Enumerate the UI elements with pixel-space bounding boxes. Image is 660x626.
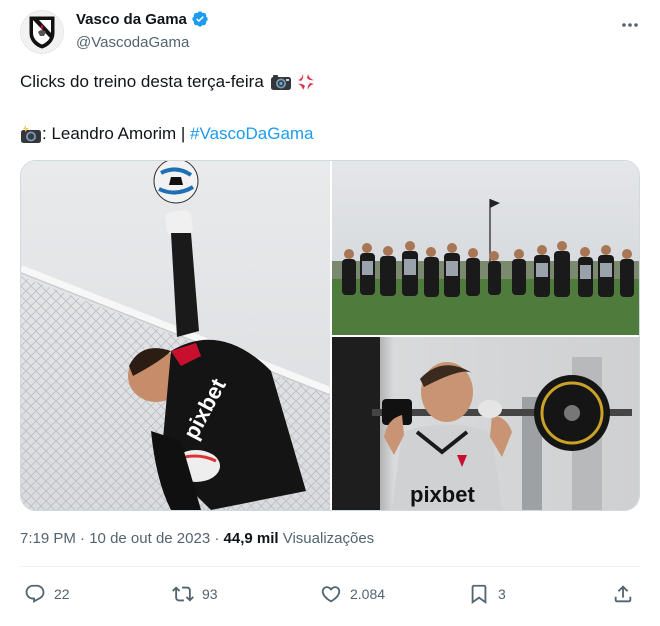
- bookmark-count: 3: [498, 586, 506, 602]
- tweet-meta: 7:19 PM · 10 de out de 2023 · 44,9 mil V…: [20, 530, 374, 547]
- goalkeeper-photo[interactable]: pixbet: [21, 161, 330, 510]
- tweet-header: Vasco da Gama @VascodaGama: [20, 9, 640, 55]
- reply-icon: [25, 584, 45, 603]
- tweet-date[interactable]: 10 de out de 2023: [89, 530, 210, 547]
- tweet-line-1-text: Clicks do treino desta terça-feira: [20, 72, 264, 91]
- author-handle[interactable]: @VascodaGama: [76, 34, 189, 51]
- heart-icon: [321, 586, 341, 603]
- svg-text:pixbet: pixbet: [410, 482, 475, 507]
- like-count: 2.084: [350, 586, 386, 602]
- reply-count: 22: [54, 586, 70, 602]
- retweet-icon: [172, 586, 194, 602]
- like-button[interactable]: 2.084: [320, 580, 385, 608]
- hashtag-link[interactable]: #VascoDaGama: [190, 122, 313, 146]
- media-grid: pixbet pixbet: [20, 160, 640, 511]
- author-display-name[interactable]: Vasco da Gama: [76, 11, 187, 28]
- gym-squat-photo[interactable]: pixbet: [332, 337, 639, 510]
- action-bar: 22 93 2.084 3: [20, 580, 640, 608]
- meta-separator: ·: [75, 530, 90, 547]
- more-options-icon[interactable]: [620, 15, 640, 35]
- avatar[interactable]: [20, 10, 64, 54]
- meta-separator: ·: [210, 530, 224, 547]
- camera-flash-icon: [21, 125, 41, 143]
- divider: [20, 566, 640, 567]
- views-count: 44,9 mil: [223, 530, 279, 547]
- team-huddle-photo[interactable]: [332, 161, 639, 335]
- bookmark-icon: [471, 584, 487, 605]
- anger-icon: [297, 74, 314, 90]
- verified-badge-icon: [192, 11, 208, 27]
- tweet-text: Clicks do treino desta terça-feira : Lea…: [20, 70, 640, 146]
- tweet-time[interactable]: 7:19 PM: [20, 530, 76, 547]
- vasco-crest-icon: [29, 16, 55, 49]
- bookmark-button[interactable]: 3: [468, 580, 506, 608]
- retweet-count: 93: [202, 586, 218, 602]
- share-icon: [614, 585, 632, 603]
- tweet-line-2: : Leandro Amorim | #VascoDaGama: [20, 122, 640, 146]
- photographer-credit: : Leandro Amorim |: [42, 124, 191, 143]
- reply-button[interactable]: 22: [24, 580, 70, 608]
- views-label: Visualizações: [282, 530, 375, 547]
- retweet-button[interactable]: 93: [172, 580, 218, 608]
- camera-icon: [270, 75, 291, 90]
- share-button[interactable]: [612, 580, 634, 608]
- tweet-line-1: Clicks do treino desta terça-feira: [20, 70, 640, 94]
